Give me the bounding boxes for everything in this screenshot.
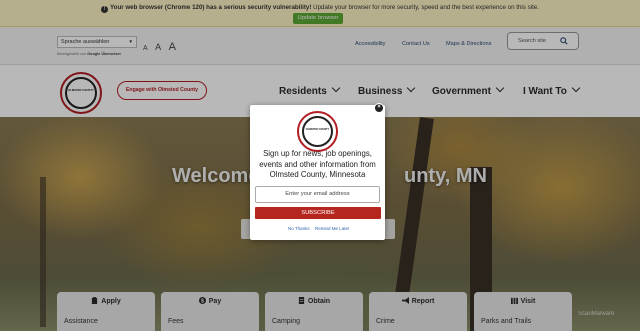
remind-later-link[interactable]: Remind Me Later <box>315 226 350 231</box>
email-field[interactable]: Enter your email address <box>255 186 380 203</box>
modal-logo: OLMSTED COUNTY <box>297 111 338 152</box>
close-button[interactable]: × <box>374 103 384 113</box>
no-thanks-link[interactable]: No Thanks <box>288 226 310 231</box>
modal-message: Sign up for news, job openings, events a… <box>259 149 376 179</box>
modal-logo-text: OLMSTED COUNTY <box>305 128 330 131</box>
signup-modal: × OLMSTED COUNTY Sign up for news, job o… <box>250 103 385 240</box>
subscribe-button[interactable]: SUBSCRIBE <box>255 207 381 219</box>
logo-ring <box>302 116 333 147</box>
